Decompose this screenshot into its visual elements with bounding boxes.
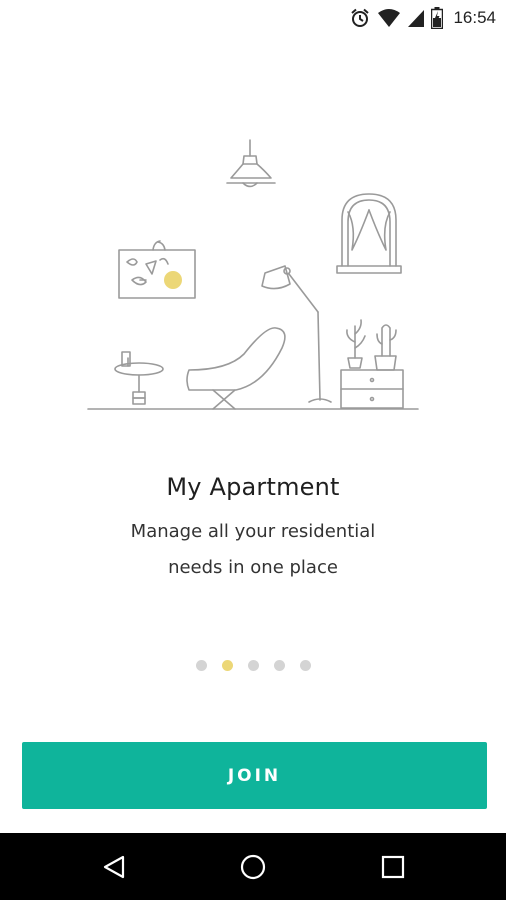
pager-dot-5[interactable] [299,660,311,671]
home-icon[interactable] [237,851,269,883]
subtitle-line-2: needs in one place [168,557,338,578]
apartment-illustration [0,130,506,420]
status-time: 16:54 [453,8,496,27]
battery-icon [431,7,444,29]
lounge-chair-icon [186,327,286,410]
back-icon[interactable] [98,851,130,883]
onboarding-title: My Apartment [166,473,340,501]
window-icon [336,193,402,274]
onboarding-subtitle: Manage all your residential needs in one… [0,514,506,586]
wifi-icon [377,8,401,28]
signal-icon [407,8,425,28]
pager-indicator [0,660,506,671]
pager-dot-1[interactable] [195,660,207,671]
join-button-label: JOIN [227,765,282,786]
system-nav-bar [0,833,506,900]
dresser-icon [340,319,404,409]
pager-dot-2[interactable] [221,660,233,671]
side-table-icon [114,351,164,405]
join-button[interactable]: JOIN [22,742,487,809]
ceiling-lamp-icon [226,139,276,188]
pager-dot-4[interactable] [273,660,285,671]
floor-lamp-icon [261,265,332,403]
recents-icon[interactable] [377,851,409,883]
pager-dot-3[interactable] [247,660,259,671]
status-icons: 16:54 [349,6,496,30]
alarm-icon [349,7,371,29]
wall-picture-icon [118,240,196,299]
subtitle-line-1: Manage all your residential [130,521,376,542]
status-bar: 16:54 [0,0,506,36]
